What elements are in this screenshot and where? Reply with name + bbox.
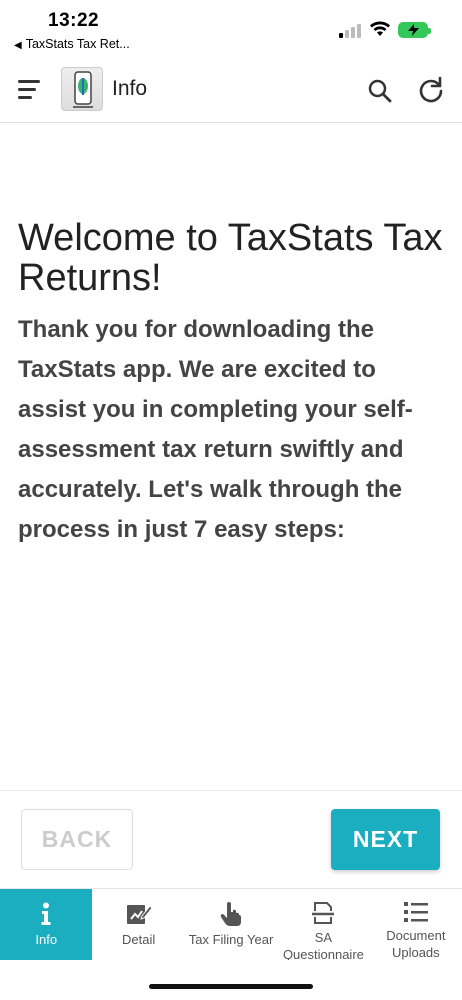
status-bar: 13:22 ◀ TaxStats Tax Ret... <box>0 0 462 56</box>
home-strip <box>0 960 462 1000</box>
bottom-nav: Info Detail Tax Filing Year SA Questionn… <box>0 888 462 962</box>
wifi-icon <box>370 21 390 36</box>
battery-icon <box>398 22 431 38</box>
action-bar: BACK NEXT <box>0 790 462 888</box>
search-icon[interactable] <box>367 78 393 104</box>
cellular-signal-icon <box>339 22 363 38</box>
next-button[interactable]: NEXT <box>331 809 440 870</box>
back-to-app-link[interactable]: ◀ TaxStats Tax Ret... <box>14 37 130 51</box>
nav-item-detail[interactable]: Detail <box>92 889 184 960</box>
nav-item-tax-filing-year[interactable]: Tax Filing Year <box>185 889 277 960</box>
nav-label-document-uploads: Document Uploads <box>386 928 446 960</box>
info-icon <box>40 901 52 927</box>
nav-item-document-uploads[interactable]: Document Uploads <box>370 889 462 960</box>
nav-item-info[interactable]: Info <box>0 889 93 960</box>
home-indicator[interactable] <box>149 984 313 989</box>
hand-pointer-icon <box>220 901 242 927</box>
nav-label-tax-filing-year: Tax Filing Year <box>188 932 274 947</box>
nav-label-detail: Detail <box>121 932 156 947</box>
back-triangle-icon: ◀ <box>14 40 22 51</box>
scan-document-icon <box>311 901 335 925</box>
app-header: Info <box>0 56 462 123</box>
refresh-icon[interactable] <box>417 76 445 104</box>
welcome-message: Thank you for downloading the TaxStats a… <box>18 316 413 543</box>
list-icon <box>403 901 428 923</box>
nav-label-sa-questionnaire: SA Questionnaire <box>282 930 364 962</box>
back-button[interactable]: BACK <box>21 809 133 870</box>
back-app-label: TaxStats Tax Ret... <box>25 37 130 51</box>
nav-label-info: Info <box>35 932 58 947</box>
app-logo <box>61 67 103 111</box>
status-time: 13:22 <box>48 10 100 31</box>
welcome-title: Welcome to TaxStats Tax Returns! <box>18 217 443 299</box>
page-title: Info <box>112 77 148 100</box>
nav-item-sa-questionnaire[interactable]: SA Questionnaire <box>277 889 369 962</box>
edit-icon <box>126 901 152 927</box>
menu-icon[interactable] <box>18 80 42 100</box>
